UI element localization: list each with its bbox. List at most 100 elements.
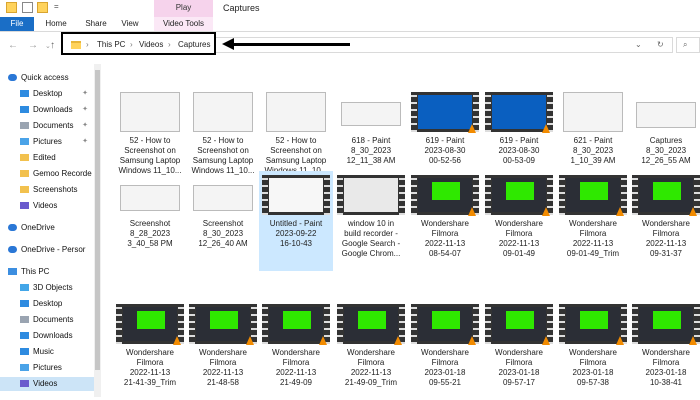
file-item[interactable]: Untitled - Paint 2023-09-22 16-10-43 — [259, 171, 333, 271]
file-name-line: 08-54-07 — [428, 249, 462, 258]
file-name-line: Wondershare — [642, 219, 690, 228]
sidebar-item-videos[interactable]: Videos — [0, 199, 94, 213]
vlc-cone-icon — [542, 207, 550, 216]
sidebar-item-3d-objects[interactable]: 3D Objects — [0, 281, 94, 295]
file-name-line: 2022-11-13 — [129, 368, 171, 377]
sidebar-item-downloads[interactable]: Downloads — [0, 329, 94, 343]
pin-icon: ✦ — [82, 90, 88, 97]
sidebar-item-label: OneDrive - Persor — [21, 245, 86, 254]
search-input[interactable] — [676, 37, 700, 53]
properties-icon[interactable] — [22, 2, 33, 13]
file-item[interactable]: Wondershare Filmora 2023-01-18 09-57-38 — [556, 300, 630, 400]
sidebar-item-edited[interactable]: Edited — [0, 151, 94, 165]
file-item[interactable]: window 10 in build recorder - Google Searc… — [334, 171, 408, 271]
file-name-line: Filmora — [505, 229, 533, 238]
sidebar-item-desktop[interactable]: Desktop ✦ — [0, 87, 94, 101]
back-arrow-icon[interactable]: ← — [8, 40, 18, 51]
breadcrumb-captures[interactable]: Captures — [178, 40, 210, 49]
file-name-line: 2023-08-30 — [498, 146, 540, 155]
desktop-folder-icon — [20, 90, 29, 97]
file-item[interactable]: Screenshot 8_30_2023 12_26_40 AM — [186, 171, 260, 271]
file-name-line: 8_28_2023 — [129, 229, 171, 238]
new-folder-icon[interactable] — [37, 2, 48, 13]
file-item[interactable]: Wondershare Filmora 2022-11-13 09-01-49_Tri… — [556, 171, 630, 271]
tab-video-tools[interactable]: Video Tools — [154, 17, 213, 31]
file-item[interactable]: Wondershare Filmora 2022-11-13 21-48-58 — [186, 300, 260, 400]
file-name: Wondershare Filmora 2023-01-18 09-57-17 — [482, 348, 556, 388]
sidebar-scroll-thumb[interactable] — [95, 70, 100, 370]
file-item[interactable]: Screenshot 8_28_2023 3_40_58 PM — [113, 171, 187, 271]
sidebar-item-screenshots[interactable]: Screenshots — [0, 183, 94, 197]
film-perforation — [337, 304, 343, 344]
file-name-line: Screenshot on — [124, 146, 176, 155]
breadcrumb-this-pc[interactable]: This PC — [97, 40, 125, 49]
file-name-line: Filmora — [209, 358, 237, 367]
sidebar-item-pictures[interactable]: Pictures ✦ — [0, 135, 94, 149]
sidebar-item-label: Documents — [33, 315, 74, 324]
sidebar-item-onedrive-persor[interactable]: OneDrive - Persor — [0, 243, 94, 257]
annotation-arrow-line — [228, 43, 350, 46]
file-name-line: 2023-01-18 — [498, 368, 540, 377]
sidebar-item-label: Videos — [33, 379, 58, 388]
sidebar-item-pictures[interactable]: Pictures — [0, 361, 94, 375]
file-name: Wondershare Filmora 2022-11-13 08-54-07 — [408, 219, 482, 259]
sidebar-item-downloads[interactable]: Downloads ✦ — [0, 103, 94, 117]
file-name-line: 09-55-21 — [428, 378, 462, 387]
file-name-line: 1_10_39 AM — [570, 156, 616, 165]
file-name-line: Screenshot — [129, 219, 171, 228]
folder-icon[interactable] — [6, 2, 17, 13]
up-arrow-icon[interactable]: ↑ — [50, 40, 55, 51]
file-name: Untitled - Paint 2023-09-22 16-10-43 — [259, 219, 333, 249]
sidebar-item-music[interactable]: Music — [0, 345, 94, 359]
tab-file[interactable]: File — [0, 17, 34, 31]
sidebar-item-documents[interactable]: Documents ✦ — [0, 119, 94, 133]
file-name-line: Wondershare — [421, 348, 469, 357]
document-folder-icon — [20, 122, 29, 129]
file-item[interactable]: Wondershare Filmora 2022-11-13 21-49-09 — [259, 300, 333, 400]
vlc-cone-icon — [689, 207, 697, 216]
file-name-line: 2023-08-30 — [424, 146, 466, 155]
file-name-line: Filmora — [505, 358, 533, 367]
sidebar-item-this-pc[interactable]: This PC — [0, 265, 94, 279]
file-item[interactable]: Wondershare Filmora 2022-11-13 21-49-09_Tri… — [334, 300, 408, 400]
file-name: 621 - Paint 8_30_2023 1_10_39 AM — [556, 136, 630, 166]
dropdown-chevron-icon[interactable]: ⌄ — [635, 40, 642, 49]
file-item[interactable]: Wondershare Filmora 2023-01-18 09-57-17 — [482, 300, 556, 400]
vlc-cone-icon — [689, 336, 697, 345]
video-frame — [418, 307, 472, 341]
file-item[interactable]: Wondershare Filmora 2022-11-13 09-01-49 — [482, 171, 556, 271]
customize-toolbar-icon[interactable]: = — [54, 2, 65, 13]
breadcrumb-videos[interactable]: Videos — [139, 40, 163, 49]
sidebar-item-label: 3D Objects — [33, 283, 73, 292]
file-name-line: Filmora — [431, 358, 459, 367]
sidebar-item-videos[interactable]: Videos — [0, 377, 94, 391]
file-name-line: Wondershare — [495, 219, 543, 228]
vlc-cone-icon — [542, 336, 550, 345]
refresh-icon[interactable]: ↻ — [657, 40, 664, 49]
file-item[interactable]: Wondershare Filmora 2022-11-13 21-41-39_Tri… — [113, 300, 187, 400]
sidebar-item-documents[interactable]: Documents — [0, 313, 94, 327]
file-name-line: Wondershare — [569, 219, 617, 228]
video-thumbnail — [337, 175, 405, 215]
file-name-line: 10-38-41 — [649, 378, 683, 387]
tab-view[interactable]: View — [116, 17, 144, 31]
sidebar-item-quick-access[interactable]: Quick access — [0, 71, 94, 85]
tab-share[interactable]: Share — [80, 17, 112, 31]
sidebar-item-gemoo-recorde[interactable]: Gemoo Recorde — [0, 167, 94, 181]
file-name-line: Filmora — [357, 358, 385, 367]
sidebar-item-desktop[interactable]: Desktop — [0, 297, 94, 311]
tab-home[interactable]: Home — [38, 17, 74, 31]
file-name-line: 2023-01-18 — [572, 368, 614, 377]
forward-arrow-icon[interactable]: → — [28, 40, 38, 51]
film-perforation — [559, 175, 565, 215]
green-screen-preview — [653, 311, 681, 329]
file-item[interactable]: Wondershare Filmora 2023-01-18 10-38-41 — [629, 300, 700, 400]
file-item[interactable]: Wondershare Filmora 2022-11-13 09-31-37 — [629, 171, 700, 271]
file-item[interactable]: Wondershare Filmora 2023-01-18 09-55-21 — [408, 300, 482, 400]
sidebar-item-onedrive[interactable]: OneDrive — [0, 221, 94, 235]
folder-icon — [20, 186, 29, 193]
file-item[interactable]: Wondershare Filmora 2022-11-13 08-54-07 — [408, 171, 482, 271]
file-name-line: Filmora — [652, 229, 680, 238]
film-perforation — [411, 304, 417, 344]
sidebar-item-label: OneDrive — [21, 223, 55, 232]
